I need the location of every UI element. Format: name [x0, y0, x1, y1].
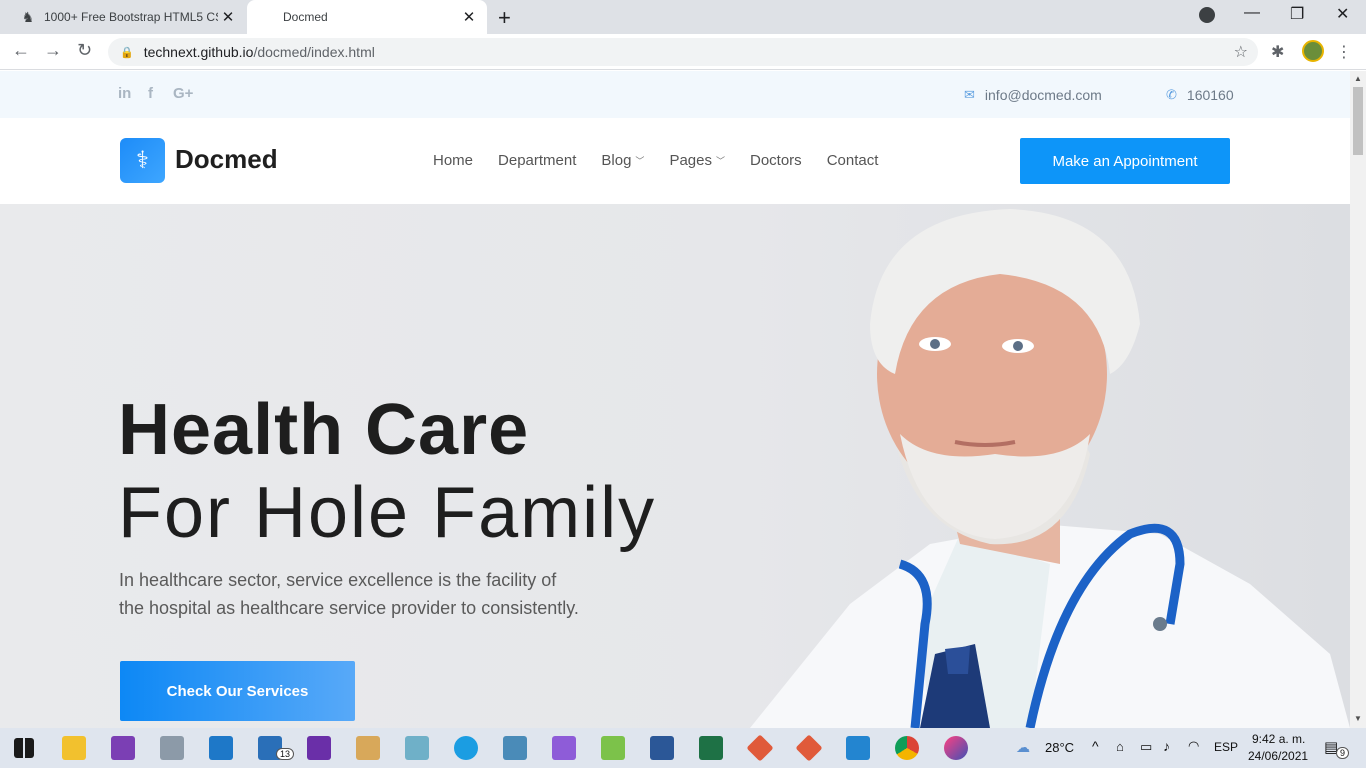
clock-date[interactable]: 24/06/2021 — [1248, 749, 1308, 763]
visual-studio-code-purple-icon[interactable] — [552, 736, 576, 760]
app-diamond-icon[interactable] — [746, 734, 774, 762]
excel-icon[interactable] — [699, 736, 723, 760]
notification-badge: 9 — [1336, 747, 1350, 759]
browser-tab-strip: ♞ 1000+ Free Bootstrap HTML5 CS ✕ Docmed… — [0, 0, 1366, 34]
chevron-down-icon: ﹀ — [715, 156, 725, 166]
horse-favicon-icon: ♞ — [21, 8, 35, 25]
nav-doctors[interactable]: Doctors — [750, 152, 802, 169]
hero-title-line2: For Hole Family — [118, 473, 657, 553]
nav-contact[interactable]: Contact — [827, 152, 879, 169]
page-scrollbar[interactable]: ▲ ▼ — [1350, 71, 1366, 728]
google-plus-icon[interactable]: G+ — [173, 85, 193, 102]
visual-studio-2-icon[interactable] — [307, 736, 331, 760]
browser-tab-docmed[interactable]: Docmed ✕ — [247, 0, 487, 34]
lock-icon: 🔒 — [120, 46, 134, 59]
nav-label: Contact — [826, 152, 879, 169]
nav-label: Department — [498, 152, 577, 169]
linkedin-icon[interactable]: in — [118, 85, 131, 102]
address-toolbar: ← → ↻ 🔒 technext.github.io/docmed/index.… — [0, 34, 1366, 70]
edge-browser-icon[interactable] — [454, 736, 478, 760]
app-sync-icon[interactable] — [601, 736, 625, 760]
nav-label: Blog — [601, 152, 632, 169]
reload-icon[interactable]: ↻ — [77, 40, 92, 61]
network-icon[interactable]: ⌂ — [1116, 739, 1124, 754]
windows-start-icon[interactable] — [14, 738, 34, 758]
back-icon[interactable]: ← — [12, 40, 30, 61]
nav-label: Home — [433, 152, 474, 169]
weather-icon: ☁ — [1016, 739, 1030, 755]
tab-search-icon[interactable] — [1199, 7, 1215, 23]
file-explorer-icon[interactable] — [62, 736, 86, 760]
extensions-puzzle-icon[interactable]: ✱ — [1271, 42, 1284, 62]
tab-title: 1000+ Free Bootstrap HTML5 CS — [44, 10, 218, 24]
visual-studio-icon[interactable] — [111, 736, 135, 760]
chrome-icon[interactable] — [895, 736, 919, 760]
email-text: info@docmed.com — [984, 87, 1102, 103]
address-bar[interactable]: 🔒 technext.github.io/docmed/index.html ☆ — [108, 38, 1258, 66]
phone-icon: ✆ — [1166, 87, 1177, 102]
snipping-tool-icon[interactable] — [160, 736, 184, 760]
restore-icon[interactable]: ❐ — [1290, 4, 1304, 24]
app-tools-icon[interactable] — [503, 736, 527, 760]
url-host: technext.github.io — [143, 44, 254, 60]
app-pencil-icon[interactable] — [405, 736, 429, 760]
hero-banner: Health Care For Hole Family In healthcar… — [0, 204, 1350, 728]
chevron-up-icon[interactable]: ^ — [1092, 738, 1099, 754]
caduceus-logo-icon[interactable]: ⚕ — [120, 138, 165, 183]
battery-icon[interactable]: ▭ — [1140, 739, 1152, 755]
forward-icon[interactable]: → — [44, 40, 62, 61]
hero-title-line1: Health Care — [118, 390, 530, 470]
phone-text: 160160 — [1186, 87, 1234, 103]
email-contact[interactable]: ✉ info@docmed.com — [964, 87, 1102, 103]
nav-pages[interactable]: Pages ﹀ — [669, 152, 725, 169]
app-window-icon[interactable] — [356, 736, 380, 760]
scroll-up-icon[interactable]: ▲ — [1354, 74, 1362, 83]
site-header: ⚕ Docmed Home Department Blog ﹀ Pages ﹀ Do… — [0, 118, 1350, 204]
nav-home[interactable]: Home — [433, 152, 473, 169]
volume-icon[interactable]: ♪ — [1163, 738, 1170, 754]
app-drop-icon[interactable] — [944, 736, 968, 760]
tab-title: Docmed — [283, 10, 328, 24]
mail-badge: 13 — [276, 748, 295, 760]
app-diamond-2-icon[interactable] — [795, 734, 823, 762]
browser-tab-bootstrap[interactable]: ♞ 1000+ Free Bootstrap HTML5 CS ✕ — [8, 0, 246, 34]
close-tab-icon[interactable]: ✕ — [459, 8, 479, 26]
facebook-icon[interactable]: f — [148, 85, 153, 102]
web-page: in f G+ ✉ info@docmed.com ✆ 160160 ⚕ Doc… — [0, 71, 1350, 728]
nav-label: Pages — [669, 152, 712, 169]
app-bracket-icon[interactable] — [209, 736, 233, 760]
vscode-icon[interactable] — [846, 736, 870, 760]
profile-avatar[interactable] — [1302, 40, 1324, 62]
hero-description-line1: In healthcare sector, service excellence… — [119, 570, 557, 590]
check-services-button[interactable]: Check Our Services — [120, 661, 355, 721]
nav-blog[interactable]: Blog ﹀ — [601, 152, 644, 169]
bookmark-star-icon[interactable]: ☆ — [1234, 42, 1248, 62]
clock-time[interactable]: 9:42 a. m. — [1252, 732, 1305, 746]
phone-contact[interactable]: ✆ 160160 — [1166, 87, 1234, 103]
hero-description-line2: the hospital as healthcare service provi… — [119, 598, 579, 618]
main-navigation: Home Department Blog ﹀ Pages ﹀ Doctors Con… — [433, 152, 903, 169]
browser-menu-icon[interactable]: ⋮ — [1336, 42, 1352, 62]
nav-label: Doctors — [750, 152, 802, 169]
language-indicator[interactable]: ESP — [1214, 740, 1238, 754]
top-contact-bar: in f G+ ✉ info@docmed.com ✆ 160160 — [0, 71, 1350, 118]
scroll-down-icon[interactable]: ▼ — [1354, 714, 1362, 723]
scrollbar-thumb[interactable] — [1353, 87, 1363, 155]
nav-department[interactable]: Department — [498, 152, 576, 169]
doctor-photo — [750, 209, 1350, 728]
minimize-icon[interactable]: — — [1244, 4, 1260, 22]
url-path: /docmed/index.html — [253, 44, 375, 60]
make-appointment-button[interactable]: Make an Appointment — [1020, 138, 1230, 184]
envelope-icon: ✉ — [964, 87, 975, 102]
word-icon[interactable] — [650, 736, 674, 760]
new-tab-icon[interactable]: + — [498, 5, 511, 31]
close-window-icon[interactable]: ✕ — [1336, 4, 1349, 24]
brand-name[interactable]: Docmed — [175, 144, 278, 175]
weather-temp[interactable]: 28°C — [1045, 740, 1074, 755]
hero-description: In healthcare sector, service excellence… — [119, 566, 679, 622]
windows-taskbar: 13 ☁ 28°C ^ ⌂ ▭ ♪ ◠ ESP 9:42 a. m. 24/06… — [0, 728, 1366, 768]
close-tab-icon[interactable]: ✕ — [218, 8, 238, 26]
wifi-icon[interactable]: ◠ — [1188, 738, 1199, 754]
chevron-down-icon: ﹀ — [635, 156, 645, 166]
